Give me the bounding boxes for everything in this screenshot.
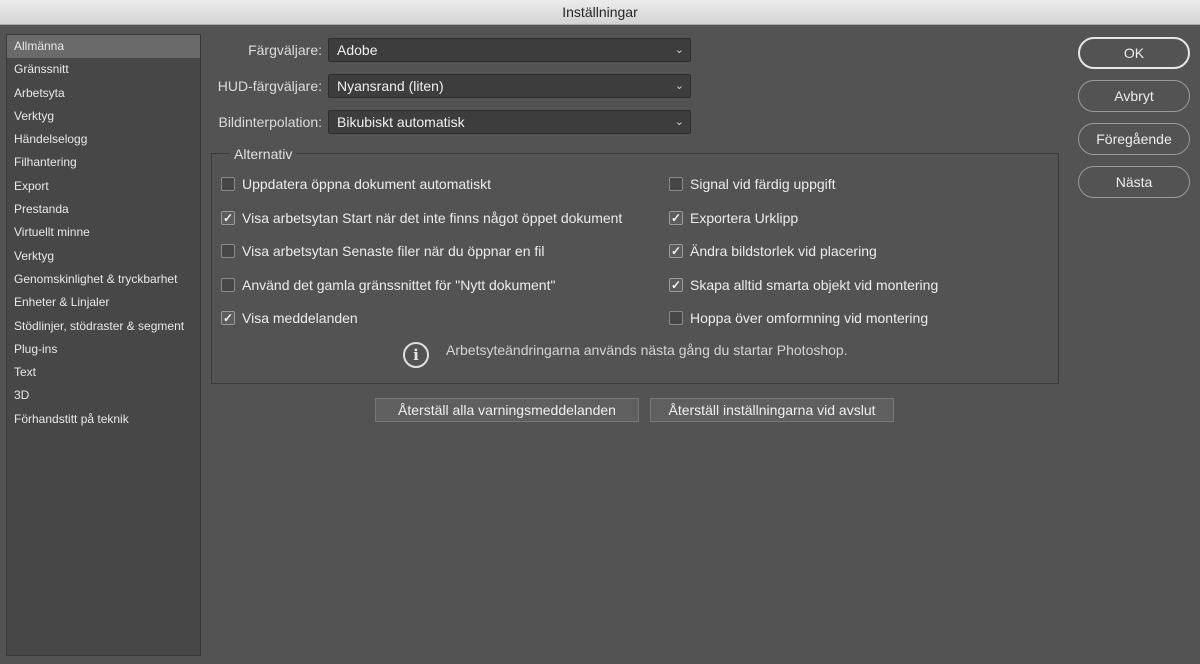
image-interpolation-select[interactable]: Bikubiskt automatisk ⌄: [328, 110, 691, 134]
sidebar-item[interactable]: Förhandstitt på teknik: [7, 408, 200, 431]
option-checkbox-label: Visa arbetsytan Senaste filer när du öpp…: [242, 243, 545, 260]
option-checkbox-label: Visa meddelanden: [242, 310, 358, 327]
option-checkbox-label: Uppdatera öppna dokument automatiskt: [242, 176, 492, 192]
option-checkbox-label: Signal vid färdig uppgift: [690, 176, 836, 192]
sidebar-item[interactable]: Allmänna: [7, 35, 200, 59]
checkmark-icon: ✓: [670, 210, 682, 225]
checkmark-icon: ✓: [222, 311, 234, 326]
sidebar-item[interactable]: Text: [7, 361, 200, 384]
sidebar-item[interactable]: Export: [7, 175, 200, 198]
option-checkbox[interactable]: ✓: [221, 311, 235, 326]
info-message: Arbetsyteändringarna används nästa gång …: [446, 342, 848, 358]
reset-warnings-button[interactable]: Återställ alla varningsmeddelanden: [375, 398, 639, 422]
sidebar-item[interactable]: Arbetsyta: [7, 82, 200, 105]
ok-button[interactable]: OK: [1078, 37, 1190, 69]
sidebar-item[interactable]: Prestanda: [7, 198, 200, 221]
sidebar-item[interactable]: Enheter & Linjaler: [7, 291, 200, 314]
hud-color-picker-value: Nyansrand (liten): [337, 78, 444, 94]
sidebar-item[interactable]: Verktyg: [7, 245, 200, 268]
option-checkbox-label: Använd det gamla gränssnittet för "Nytt …: [242, 276, 556, 293]
option-checkbox-label: Hoppa över omformning vid montering: [690, 310, 929, 327]
image-interpolation-row: Bildinterpolation:: [211, 110, 322, 135]
option-checkbox[interactable]: [221, 177, 235, 191]
sidebar-item[interactable]: Filhantering: [7, 151, 200, 174]
checkmark-icon: ✓: [670, 244, 682, 259]
option-checkbox-row[interactable]: ✓ Visa meddelanden: [221, 308, 358, 328]
option-checkbox-row[interactable]: Uppdatera öppna dokument automatiskt: [221, 174, 491, 194]
next-button[interactable]: Nästa: [1078, 166, 1190, 198]
sidebar-item[interactable]: Genomskinlighet & tryckbarhet: [7, 268, 200, 291]
option-checkbox-row[interactable]: ✓ Skapa alltid smarta objekt vid monterin…: [669, 275, 938, 295]
checkmark-icon: ✓: [670, 277, 682, 292]
sidebar-item[interactable]: Plug-ins: [7, 338, 200, 361]
previous-button[interactable]: Föregående: [1078, 123, 1190, 155]
sidebar-item[interactable]: Stödlinjer, stödraster & segment: [7, 315, 200, 338]
hud-color-picker-label: HUD-färgväljare:: [217, 78, 322, 94]
checkmark-icon: ✓: [222, 210, 234, 225]
option-checkbox-row[interactable]: ✓ Visa arbetsytan Start när det inte finn…: [221, 208, 622, 228]
sidebar-item[interactable]: Händelselogg: [7, 128, 200, 151]
option-checkbox[interactable]: ✓: [669, 210, 683, 225]
sidebar-item[interactable]: Gränssnitt: [7, 58, 200, 81]
option-checkbox[interactable]: [669, 311, 683, 326]
sidebar-item[interactable]: Verktyg: [7, 105, 200, 128]
preferences-sidebar: Allmänna Gränssnitt Arbetsyta Verktyg Händel…: [6, 34, 201, 656]
option-checkbox[interactable]: ✓: [669, 277, 683, 292]
option-checkbox-row[interactable]: Använd det gamla gränssnittet för "Nytt …: [221, 275, 555, 295]
color-picker-label: Färgväljare:: [248, 42, 322, 58]
chevron-down-icon: ⌄: [674, 116, 684, 128]
sidebar-item[interactable]: Virtuellt minne: [7, 221, 200, 244]
option-checkbox-row[interactable]: ✓ Exportera Urklipp: [669, 208, 798, 228]
option-checkbox-label: Skapa alltid smarta objekt vid montering: [690, 276, 939, 293]
hud-color-picker-select[interactable]: Nyansrand (liten) ⌄: [328, 74, 691, 98]
sidebar-list: Allmänna Gränssnitt Arbetsyta Verktyg Händel…: [7, 35, 200, 431]
info-icon: i: [403, 342, 429, 368]
window-title: Inställningar: [0, 0, 1200, 25]
chevron-down-icon: ⌄: [674, 44, 684, 56]
sidebar-item[interactable]: 3D: [7, 384, 200, 407]
cancel-button[interactable]: Avbryt: [1078, 80, 1190, 112]
options-group-title: Alternativ: [230, 146, 297, 162]
color-picker-select[interactable]: Adobe ⌄: [328, 38, 691, 62]
option-checkbox-row[interactable]: Signal vid färdig uppgift: [669, 174, 836, 194]
hud-color-picker-row: HUD-färgväljare:: [211, 74, 322, 99]
option-checkbox-row[interactable]: ✓ Ändra bildstorlek vid placering: [669, 241, 877, 261]
reset-preferences-button[interactable]: Återställ inställningarna vid avslut: [650, 398, 894, 422]
option-checkbox[interactable]: [221, 244, 235, 259]
color-picker-row: Färgväljare:: [211, 38, 322, 63]
option-checkbox[interactable]: [221, 277, 235, 292]
option-checkbox-row[interactable]: Hoppa över omformning vid montering: [669, 308, 928, 328]
option-checkbox[interactable]: [669, 177, 683, 191]
image-interpolation-label: Bildinterpolation:: [218, 114, 322, 130]
option-checkbox-row[interactable]: Visa arbetsytan Senaste filer när du öpp…: [221, 241, 544, 261]
option-checkbox-label: Exportera Urklipp: [690, 209, 799, 226]
option-checkbox[interactable]: ✓: [669, 244, 683, 259]
chevron-down-icon: ⌄: [674, 80, 684, 92]
option-checkbox[interactable]: ✓: [221, 210, 235, 225]
option-checkbox-label: Visa arbetsytan Start när det inte finns…: [242, 209, 623, 226]
option-checkbox-label: Ändra bildstorlek vid placering: [690, 243, 877, 260]
color-picker-value: Adobe: [337, 42, 378, 58]
image-interpolation-value: Bikubiskt automatisk: [337, 114, 465, 130]
